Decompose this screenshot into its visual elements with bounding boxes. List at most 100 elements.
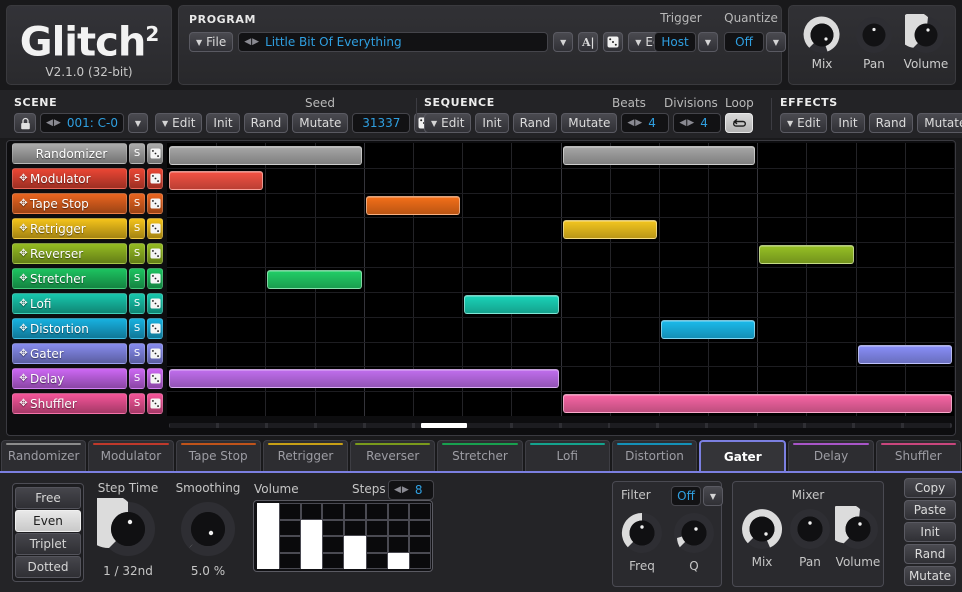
volume-step-column[interactable]	[257, 503, 279, 569]
track-solo-button[interactable]: S	[129, 293, 145, 314]
drag-handle-icon[interactable]: ✥	[17, 298, 30, 309]
volume-step-fill[interactable]	[344, 536, 366, 569]
scene-value-field[interactable]: ◀▶ 001: C-0	[40, 113, 124, 133]
effects-edit-button[interactable]: ▼Edit	[780, 113, 827, 133]
volume-step-cell[interactable]	[366, 520, 388, 537]
knob-dial[interactable]	[853, 14, 895, 56]
mixer-volume-knob[interactable]	[835, 506, 881, 552]
track-row[interactable]: ✥DistortionS	[7, 316, 165, 341]
track-name-modulator[interactable]: ✥Modulator	[12, 168, 127, 189]
drag-handle-icon[interactable]: ✥	[17, 348, 30, 359]
track-name-randomizer[interactable]: Randomizer	[12, 143, 127, 164]
volume-step-cell[interactable]	[409, 553, 431, 570]
preset-prev-next-arrows[interactable]: ◀▶	[244, 37, 260, 47]
quantize-dropdown-button[interactable]: ▼	[766, 32, 786, 52]
rate-mode-dotted[interactable]: Dotted	[15, 556, 81, 578]
volume-step-cell[interactable]	[344, 520, 366, 537]
track-row[interactable]: ✥StretcherS	[7, 266, 165, 291]
volume-step-cell[interactable]	[366, 553, 388, 570]
track-row[interactable]: RandomizerS	[7, 141, 165, 166]
master-knob-mix[interactable]: Mix	[797, 14, 847, 71]
step-time-knob[interactable]	[97, 498, 159, 560]
dice-icon[interactable]	[603, 32, 623, 52]
knob-dial[interactable]	[905, 14, 947, 56]
volume-step-fill[interactable]	[257, 503, 279, 569]
track-solo-button[interactable]: S	[129, 393, 145, 414]
sequence-clip[interactable]	[169, 171, 263, 190]
drag-handle-icon[interactable]: ✥	[17, 248, 30, 259]
track-name-gater[interactable]: ✥Gater	[12, 343, 127, 364]
effects-mutate-button[interactable]: Mutate	[917, 113, 962, 133]
volume-step-cell[interactable]	[322, 536, 344, 553]
track-solo-button[interactable]: S	[129, 368, 145, 389]
track-dice-icon[interactable]	[147, 268, 163, 289]
master-knob-volume[interactable]: Volume	[901, 14, 951, 71]
sequence-clip[interactable]	[464, 295, 558, 314]
file-menu-button[interactable]: ▼File	[189, 32, 233, 52]
drag-handle-icon[interactable]: ✥	[17, 223, 30, 234]
drag-handle-icon[interactable]: ✥	[17, 198, 30, 209]
rate-mode-triplet[interactable]: Triplet	[15, 533, 81, 555]
track-name-distortion[interactable]: ✥Distortion	[12, 318, 127, 339]
scene-init-button[interactable]: Init	[206, 113, 239, 133]
mixer-mix-knob[interactable]	[739, 506, 785, 552]
track-name-delay[interactable]: ✥Delay	[12, 368, 127, 389]
volume-step-cell[interactable]	[322, 503, 344, 520]
volume-step-grid[interactable]	[253, 500, 433, 572]
mutate-button[interactable]: Mutate	[904, 566, 956, 586]
volume-step-column[interactable]	[322, 503, 344, 569]
track-dice-icon[interactable]	[147, 318, 163, 339]
tab-shuffler[interactable]: Shuffler	[876, 440, 961, 471]
volume-step-column[interactable]	[279, 503, 301, 569]
track-name-stretcher[interactable]: ✥Stretcher	[12, 268, 127, 289]
track-dice-icon[interactable]	[147, 343, 163, 364]
rand-button[interactable]: Rand	[904, 544, 956, 564]
sequencer-grid[interactable]	[167, 143, 954, 416]
track-solo-button[interactable]: S	[129, 318, 145, 339]
steps-field[interactable]: ◀▶ 8	[388, 480, 434, 500]
sequence-clip[interactable]	[563, 394, 953, 413]
smoothing-knob[interactable]	[177, 498, 239, 560]
tab-distortion[interactable]: Distortion	[612, 440, 697, 471]
quantize-value[interactable]: Off	[724, 32, 764, 52]
copy-button[interactable]: Copy	[904, 478, 956, 498]
mixer-mix-control[interactable]: Mix	[737, 506, 787, 569]
preset-dropdown-button[interactable]: ▼	[553, 32, 573, 52]
volume-step-cell[interactable]	[322, 520, 344, 537]
track-row[interactable]: ✥GaterS	[7, 341, 165, 366]
sequence-clip[interactable]	[169, 146, 362, 165]
mixer-pan-control[interactable]: Pan	[785, 506, 835, 569]
sequence-rand-button[interactable]: Rand	[513, 113, 558, 133]
track-dice-icon[interactable]	[147, 393, 163, 414]
track-dice-icon[interactable]	[147, 243, 163, 264]
position-scrollbar[interactable]	[169, 418, 952, 434]
tab-delay[interactable]: Delay	[788, 440, 873, 471]
mixer-volume-control[interactable]: Volume	[833, 506, 883, 569]
volume-step-fill[interactable]	[301, 520, 323, 570]
volume-step-column[interactable]	[409, 503, 431, 569]
drag-handle-icon[interactable]: ✥	[17, 398, 30, 409]
track-dice-icon[interactable]	[147, 218, 163, 239]
volume-step-cell[interactable]	[279, 503, 301, 520]
beats-prev-next-arrows[interactable]: ◀▶	[627, 118, 643, 128]
track-solo-button[interactable]: S	[129, 343, 145, 364]
track-solo-button[interactable]: S	[129, 218, 145, 239]
sequence-clip[interactable]	[858, 345, 952, 364]
volume-step-cell[interactable]	[279, 553, 301, 570]
tab-retrigger[interactable]: Retrigger	[263, 440, 348, 471]
lock-icon[interactable]	[14, 113, 36, 133]
track-row[interactable]: ✥RetriggerS	[7, 216, 165, 241]
track-dice-icon[interactable]	[147, 193, 163, 214]
sequence-clip[interactable]	[267, 270, 361, 289]
track-dice-icon[interactable]	[147, 368, 163, 389]
drag-handle-icon[interactable]: ✥	[17, 373, 30, 384]
track-solo-button[interactable]: S	[129, 168, 145, 189]
rate-mode-free[interactable]: Free	[15, 487, 81, 509]
track-name-shuffler[interactable]: ✥Shuffler	[12, 393, 127, 414]
volume-step-cell[interactable]	[409, 503, 431, 520]
drag-handle-icon[interactable]: ✥	[17, 323, 30, 334]
volume-step-cell[interactable]	[344, 503, 366, 520]
filter-q-knob[interactable]	[671, 510, 717, 556]
track-name-tape-stop[interactable]: ✥Tape Stop	[12, 193, 127, 214]
volume-step-column[interactable]	[388, 503, 410, 569]
